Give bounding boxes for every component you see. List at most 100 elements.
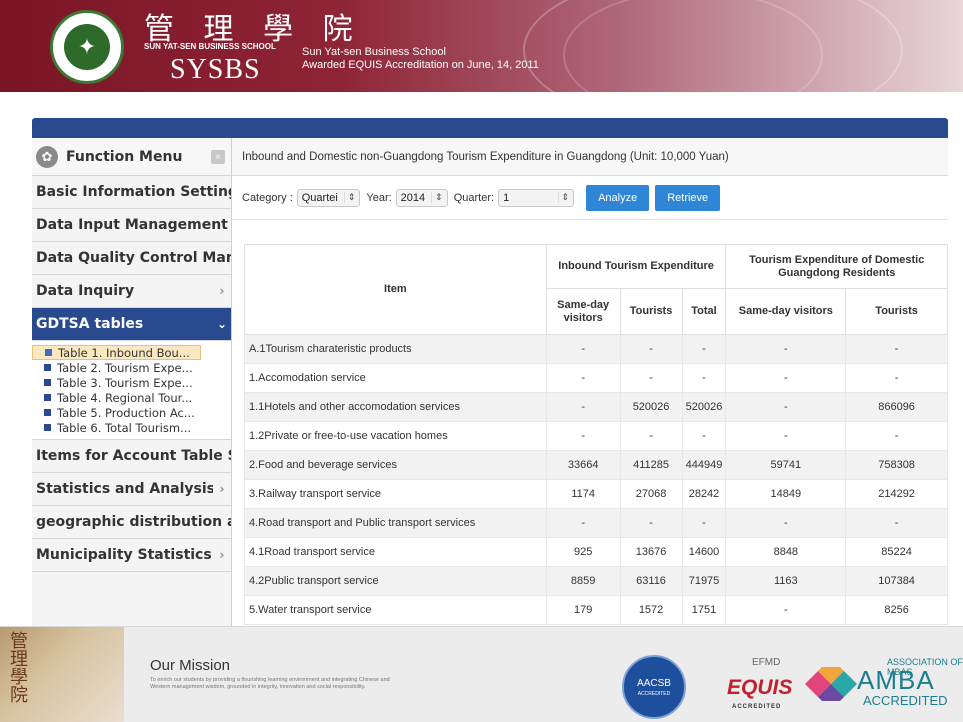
sidebar-item-label: GDTSA tables bbox=[36, 316, 144, 332]
bullet-square-icon bbox=[44, 379, 51, 386]
function-menu-header: ✿ Function Menu « bbox=[32, 138, 231, 176]
column-header: Tourists bbox=[619, 288, 683, 335]
item-cell: 5.Water transport service bbox=[244, 595, 547, 625]
item-column-header: Item bbox=[244, 244, 547, 335]
value-cell: 59741 bbox=[725, 450, 847, 480]
bullet-square-icon bbox=[44, 409, 51, 416]
table-row: 1.2Private or free-to-use vacation homes… bbox=[244, 421, 948, 451]
item-cell: A.1Tourism charateristic products bbox=[244, 334, 547, 364]
submenu-item-table-1[interactable]: Table 1. Inbound Bou... bbox=[32, 345, 201, 360]
value-cell: 27068 bbox=[619, 479, 683, 509]
chevron-right-icon: › bbox=[219, 548, 225, 562]
bullet-square-icon bbox=[44, 424, 51, 431]
item-cell: 2.Food and beverage services bbox=[244, 450, 547, 480]
column-header: Total bbox=[681, 288, 727, 335]
sidebar: ✿ Function Menu « Basic Information Sett… bbox=[32, 138, 232, 626]
banner-school-name: Sun Yat-sen Business School bbox=[302, 46, 446, 58]
aacsb-accredited-label: ACCREDITED bbox=[637, 690, 671, 697]
submenu-item-label: Table 4. Regional Tour... bbox=[57, 390, 193, 405]
analyze-button[interactable]: Analyze bbox=[586, 184, 650, 211]
amba-logo-text: AMBA bbox=[857, 665, 935, 695]
value-cell: - bbox=[619, 334, 683, 364]
seal-emblem: ✦ bbox=[64, 24, 110, 70]
value-cell: 214292 bbox=[845, 479, 948, 509]
efmd-label: EFMD bbox=[752, 657, 781, 668]
value-cell: 13676 bbox=[619, 537, 683, 567]
year-label: Year: bbox=[366, 191, 392, 204]
filter-toolbar: Category : Quartei ⇕ Year: 2014 ⇕ Quarte… bbox=[232, 176, 948, 220]
submenu-item-label: Table 6. Total Tourism... bbox=[57, 420, 192, 435]
sidebar-item-gdtsa-tables[interactable]: GDTSA tables ⌄ bbox=[32, 308, 231, 341]
sidebar-item-label: Items for Account Table S bbox=[36, 448, 231, 464]
select-stepper-icon: ⇕ bbox=[343, 192, 355, 203]
sidebar-item-basic-information[interactable]: Basic Information Setting bbox=[32, 176, 231, 209]
value-cell: - bbox=[681, 508, 727, 538]
sidebar-item-label: geographic distribution an bbox=[36, 514, 231, 530]
table-row: 4.Road transport and Public transport se… bbox=[244, 508, 948, 538]
submenu-item-table-4[interactable]: Table 4. Regional Tour... bbox=[32, 390, 231, 405]
submenu-item-label: Table 1. Inbound Bou... bbox=[58, 345, 190, 360]
chevron-right-icon: › bbox=[219, 284, 225, 298]
table-row: 4.2Public transport service 8859 63116 7197… bbox=[244, 566, 948, 596]
sidebar-item-statistics-analysis[interactable]: Statistics and Analysis › bbox=[32, 473, 231, 506]
sidebar-item-data-inquiry[interactable]: Data Inquiry › bbox=[32, 275, 231, 308]
quarter-select[interactable]: 1 ⇕ bbox=[498, 188, 575, 207]
category-select[interactable]: Quartei ⇕ bbox=[296, 188, 361, 207]
item-cell: 4.Road transport and Public transport se… bbox=[244, 508, 547, 538]
retrieve-button[interactable]: Retrieve bbox=[655, 184, 721, 211]
value-cell: - bbox=[725, 508, 847, 538]
year-select[interactable]: 2014 ⇕ bbox=[395, 188, 448, 207]
value-cell: - bbox=[545, 421, 621, 451]
value-cell: - bbox=[619, 363, 683, 393]
sidebar-item-data-input[interactable]: Data Input Management bbox=[32, 209, 231, 242]
quarter-label: Quarter: bbox=[453, 191, 495, 204]
value-cell: - bbox=[725, 595, 847, 625]
mission-title: Our Mission bbox=[150, 657, 231, 674]
value-cell: 1174 bbox=[545, 479, 621, 509]
value-cell: - bbox=[619, 421, 683, 451]
equis-logo: EQUIS bbox=[727, 676, 793, 699]
value-cell: 179 bbox=[545, 595, 621, 625]
value-cell: 8859 bbox=[545, 566, 621, 596]
collapse-sidebar-icon[interactable]: « bbox=[211, 149, 225, 164]
function-menu-label: Function Menu bbox=[66, 148, 183, 165]
bullet-square-icon bbox=[45, 349, 52, 356]
table-row: 1.Accomodation service - - - - - bbox=[244, 363, 948, 393]
column-header: Same-day visitors bbox=[725, 288, 847, 335]
submenu-item-table-2[interactable]: Table 2. Tourism Expe... bbox=[32, 360, 231, 375]
value-cell: 1163 bbox=[725, 566, 847, 596]
sidebar-item-municipality-statistics[interactable]: Municipality Statistics › bbox=[32, 539, 231, 572]
value-cell: - bbox=[725, 363, 847, 393]
amba-accredited-label: ACCREDITED bbox=[863, 693, 948, 708]
aacsb-logo: AACSB ACCREDITED bbox=[622, 655, 686, 719]
decorative-arch bbox=[563, 0, 823, 92]
table-row: 2.Food and beverage services 33664 411285 4… bbox=[244, 450, 948, 480]
value-cell: 33664 bbox=[545, 450, 621, 480]
value-cell: - bbox=[545, 392, 621, 422]
value-cell: 8256 bbox=[845, 595, 948, 625]
item-cell: 1.2Private or free-to-use vacation homes bbox=[244, 421, 547, 451]
sidebar-item-items-for-account[interactable]: Items for Account Table S bbox=[32, 440, 231, 473]
item-cell: 3.Railway transport service bbox=[244, 479, 547, 509]
quarter-select-value: 1 bbox=[503, 191, 510, 204]
equis-accredited-label: ACCREDITED bbox=[732, 704, 782, 710]
submenu-item-table-5[interactable]: Table 5. Production Ac... bbox=[32, 405, 231, 420]
item-cell: 1.1Hotels and other accomodation service… bbox=[244, 392, 547, 422]
page-title: Inbound and Domestic non-Guangdong Touri… bbox=[232, 138, 948, 176]
value-cell: 866096 bbox=[845, 392, 948, 422]
sidebar-item-label: Statistics and Analysis bbox=[36, 481, 213, 497]
value-cell: - bbox=[681, 363, 727, 393]
sidebar-item-data-quality[interactable]: Data Quality Control Mana bbox=[32, 242, 231, 275]
select-stepper-icon: ⇕ bbox=[431, 192, 443, 203]
item-cell: 4.2Public transport service bbox=[244, 566, 547, 596]
chevron-right-icon: › bbox=[219, 482, 225, 496]
value-cell: 107384 bbox=[845, 566, 948, 596]
sidebar-item-geographic-distribution[interactable]: geographic distribution an bbox=[32, 506, 231, 539]
calligraphy-photo: 管理學院 bbox=[0, 627, 124, 722]
value-cell: - bbox=[619, 508, 683, 538]
submenu-item-table-3[interactable]: Table 3. Tourism Expe... bbox=[32, 375, 231, 390]
table-row: A.1Tourism charateristic products - - - - - bbox=[244, 334, 948, 364]
submenu-item-table-6[interactable]: Table 6. Total Tourism... bbox=[32, 420, 231, 435]
school-abbreviation: SYSBS bbox=[170, 54, 261, 85]
value-cell: 71975 bbox=[681, 566, 727, 596]
